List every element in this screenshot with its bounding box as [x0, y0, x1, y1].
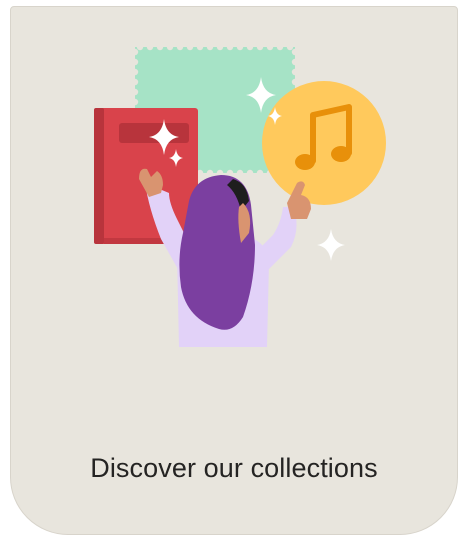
person-reaching-icon — [139, 168, 311, 347]
collections-card[interactable]: Discover our collections — [10, 6, 458, 535]
music-note-icon — [262, 81, 386, 205]
card-title: Discover our collections — [90, 453, 378, 483]
collections-illustration — [94, 43, 386, 347]
